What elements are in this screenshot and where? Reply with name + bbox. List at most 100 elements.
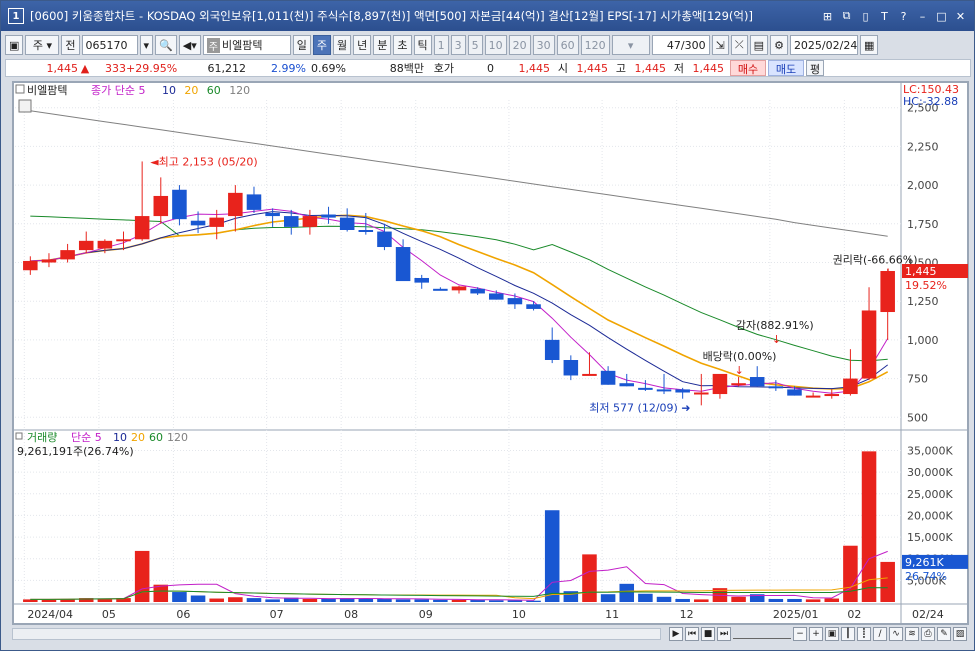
period-month[interactable]: 월 (333, 35, 352, 55)
count-input[interactable]: 47/300 (651, 35, 710, 55)
annotation-reduction: 감자(882.91%) (736, 319, 814, 332)
calendar-icon[interactable]: ▦ (859, 35, 879, 55)
volume-bar (489, 600, 504, 602)
jeon-button[interactable]: 전 (61, 35, 80, 55)
legend-vol-ma-10: 10 (113, 431, 127, 444)
buy-button[interactable]: 매수 (730, 60, 766, 76)
time-tick-label: 06 (176, 608, 190, 621)
period-second[interactable]: 초 (393, 35, 412, 55)
period-minute[interactable]: 분 (373, 35, 392, 55)
maximize-icon[interactable]: □ (934, 9, 949, 24)
candle-body (209, 217, 224, 227)
time-tick-label: 12 (680, 608, 694, 621)
time-tick-label: 02 (847, 608, 861, 621)
candle-body (600, 370, 616, 385)
sell-button[interactable]: 매도 (768, 60, 804, 76)
candle-icon[interactable]: ┃ (841, 627, 855, 641)
period-year[interactable]: 년 (353, 35, 372, 55)
interval-1[interactable]: 1 (433, 35, 449, 55)
stock-name: 비엘팜텍 (221, 39, 263, 52)
image-icon[interactable]: ▨ (953, 627, 967, 641)
pattern-icon[interactable]: ≋ (905, 627, 919, 641)
interval-3[interactable]: 3 (450, 35, 466, 55)
period-week[interactable]: 주 (312, 35, 331, 55)
candle-body (377, 231, 392, 248)
up-arrow-icon: ▲ (80, 61, 90, 75)
candle-body (861, 310, 877, 379)
code-dropdown-icon[interactable]: ▾ (139, 35, 154, 55)
candle-body (638, 387, 653, 390)
interval-10[interactable]: 10 (484, 35, 507, 55)
high-label: 고 (615, 62, 626, 75)
period-tick[interactable]: 틱 (413, 35, 432, 55)
stop-icon[interactable]: ■ (701, 627, 715, 641)
font-icon[interactable]: T (877, 9, 892, 24)
volume-bar (787, 598, 802, 602)
time-tick-label: 11 (605, 608, 619, 621)
interval-30[interactable]: 30 (532, 35, 555, 55)
zoom-icon[interactable]: ⇲ (711, 35, 729, 55)
minimize-icon[interactable]: – (915, 9, 930, 24)
date-input[interactable]: 2025/02/24 (789, 35, 858, 55)
next-icon[interactable]: ⏭ (717, 627, 731, 641)
volume-bar (451, 599, 467, 602)
legend-ma-120: 120 (229, 84, 250, 97)
interval-select[interactable]: ▾ (611, 35, 650, 55)
line-icon[interactable]: ∕ (873, 627, 887, 641)
search-icon[interactable]: 🔍 (155, 35, 177, 55)
price-tick-label: 750 (907, 373, 928, 386)
layout-icon[interactable]: ▣ (5, 35, 24, 55)
period-day[interactable]: 일 (292, 35, 311, 55)
price-change: 333 (105, 61, 126, 75)
pin-icon[interactable]: ▯ (858, 9, 873, 24)
candle-body (582, 373, 597, 376)
candle-body (805, 395, 821, 398)
avg-button[interactable]: 평 (806, 60, 824, 76)
wave-icon[interactable]: ∿ (889, 627, 903, 641)
interval-120[interactable]: 120 (580, 35, 610, 55)
zoom-in-icon[interactable]: + (809, 627, 823, 641)
type-select[interactable]: 주 ▾ (25, 35, 60, 55)
interval-60[interactable]: 60 (556, 35, 579, 55)
restore-icon[interactable]: ⧉ (839, 9, 854, 24)
candle-body (768, 386, 784, 389)
help-icon[interactable]: ? (896, 9, 911, 24)
print-icon[interactable]: ⎙ (921, 627, 935, 641)
interval-5[interactable]: 5 (467, 35, 483, 55)
zoom-out-icon[interactable]: − (793, 627, 807, 641)
fit-icon[interactable]: ▣ (825, 627, 839, 641)
candle-body (339, 217, 355, 230)
volume-bar (582, 554, 597, 602)
sound-icon[interactable]: ◀▾ (178, 35, 201, 55)
legend-vol-ma-120: 120 (167, 431, 188, 444)
volume-bar (246, 598, 262, 602)
legend-vol-ma-60: 60 (149, 431, 163, 444)
candle-body (526, 304, 541, 309)
bar-icon[interactable]: ┋ (857, 627, 871, 641)
candle-body (153, 195, 169, 217)
link-icon[interactable]: ⊞ (820, 9, 835, 24)
scroll-right-icon[interactable]: ▶ (669, 627, 683, 641)
zoom-slider[interactable] (733, 629, 791, 639)
volume: 61,212 (207, 61, 247, 75)
chart-tool-icon[interactable]: ⤫ (730, 35, 748, 55)
chart-area[interactable]: 500 750 1,000 1,250 1,500 1,750 2,000 2,250 2,50… (12, 81, 969, 625)
settings-icon[interactable]: ⚙ (770, 35, 788, 55)
save-icon[interactable]: ▤ (749, 35, 769, 55)
legend-vol-ma-20: 20 (131, 431, 145, 444)
candle-body (749, 377, 765, 387)
time-tick-label: 10 (512, 608, 526, 621)
legend-ma5: 종가 단순 5 (91, 84, 145, 97)
first-page-icon[interactable]: ⏮ (685, 627, 699, 641)
time-tick-label: 2025/01 (773, 608, 819, 621)
code-input[interactable]: 065170 (81, 35, 138, 55)
legend-volume-name: 거래량 (27, 431, 57, 444)
draw-icon[interactable]: ✎ (937, 627, 951, 641)
stock-name-field[interactable]: 주 비엘팜텍 (202, 35, 291, 55)
price-tick-label: 1,000 (907, 334, 939, 347)
hoga-value: 0 (487, 61, 494, 75)
close-icon[interactable]: ✕ (953, 9, 968, 24)
interval-20[interactable]: 20 (508, 35, 531, 55)
horizontal-scrollbar[interactable] (12, 628, 661, 640)
low-price: 1,445 (692, 61, 725, 75)
